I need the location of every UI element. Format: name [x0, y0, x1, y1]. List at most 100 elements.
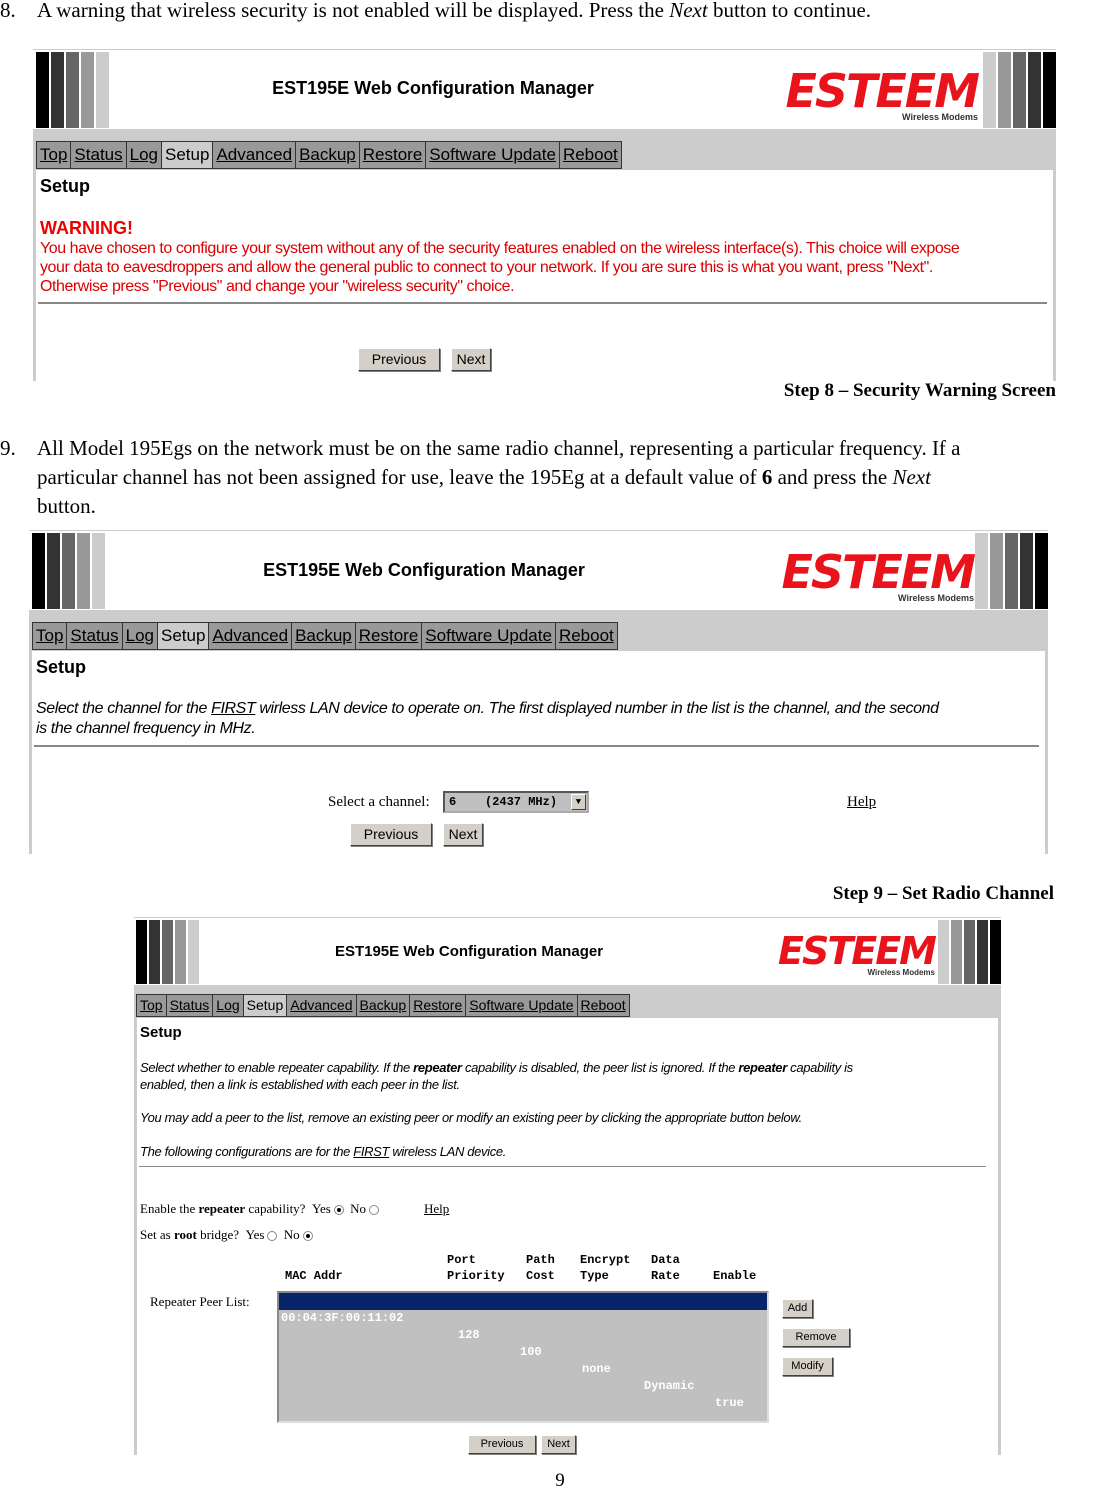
previous-button[interactable]: Previous — [350, 823, 432, 846]
channel-select[interactable]: 6 (2437 MHz) ▼ — [443, 791, 589, 813]
peer-listbox[interactable]: 00:04:3F:00:11:02 128 100 none Dynamic t… — [277, 1291, 769, 1423]
nav-tab-reboot[interactable]: Reboot — [577, 995, 629, 1016]
divider — [139, 1166, 986, 1167]
decorative-bar — [162, 920, 173, 984]
nav-tab-software-update[interactable]: Software Update — [426, 142, 560, 168]
remove-peer-button[interactable]: Remove — [782, 1328, 850, 1347]
nav-tab-backup[interactable]: Backup — [296, 142, 360, 168]
decorative-bar — [1028, 52, 1041, 128]
decorative-bars-right — [975, 533, 1048, 609]
nav-tab-top[interactable]: Top — [37, 142, 72, 168]
decorative-bars-right — [983, 52, 1056, 128]
nav-tab-setup[interactable]: Setup — [243, 995, 288, 1016]
decorative-bar — [62, 533, 75, 609]
add-peer-button[interactable]: Add — [782, 1299, 813, 1318]
esteem-logo: ESTEEM Wireless Modems — [785, 64, 980, 122]
step9-number: 9. — [0, 436, 16, 460]
app-title: EST195E Web Configuration Manager — [272, 78, 594, 98]
decorative-bar — [975, 533, 988, 609]
step8-instruction: 8. A warning that wireless security is n… — [0, 0, 1120, 25]
decorative-bar — [175, 920, 186, 984]
nav-tab-restore[interactable]: Restore — [355, 623, 423, 649]
decorative-bar — [977, 920, 988, 984]
nav-tab-setup[interactable]: Setup — [158, 623, 210, 649]
nav-tab-status[interactable]: Status — [166, 995, 214, 1016]
col-port-priority: Port Priority — [447, 1253, 505, 1283]
decorative-bar — [77, 533, 90, 609]
nav-tab-top[interactable]: Top — [137, 995, 167, 1016]
nav-tab-advanced[interactable]: Advanced — [287, 995, 357, 1016]
divider — [34, 745, 1039, 747]
esteem-logo: ESTEEM Wireless Modems — [781, 545, 976, 603]
root-no-radio[interactable] — [302, 1231, 313, 1242]
page-heading: Setup — [40, 176, 91, 196]
nav-tab-reboot[interactable]: Reboot — [559, 142, 621, 168]
nav-tab-status[interactable]: Status — [67, 623, 123, 649]
security-warning-screenshot: EST195E Web Configuration Manager ESTEEM… — [33, 49, 1056, 381]
decorative-bar — [47, 533, 60, 609]
app-title: EST195E Web Configuration Manager — [263, 560, 585, 580]
decorative-bar — [1013, 52, 1026, 128]
app-title: EST195E Web Configuration Manager — [334, 943, 604, 960]
nav-tab-backup[interactable]: Backup — [292, 623, 356, 649]
nav-tab-setup[interactable]: Setup — [162, 142, 214, 168]
nav-tab-top[interactable]: Top — [33, 623, 68, 649]
decorative-bar — [32, 533, 45, 609]
root-bridge-question: Set as root bridge? Yes No — [140, 1227, 316, 1243]
decorative-bar — [951, 920, 962, 984]
nav-tab-restore[interactable]: Restore — [359, 142, 427, 168]
repeater-no-radio[interactable] — [369, 1205, 380, 1216]
decorative-bar — [964, 920, 975, 984]
decorative-bar — [1035, 533, 1048, 609]
decorative-bar — [983, 52, 996, 128]
previous-button[interactable]: Previous — [468, 1435, 536, 1454]
decorative-bars-left — [136, 920, 199, 984]
next-button[interactable]: Next — [443, 823, 483, 846]
help-link[interactable]: Help — [847, 794, 876, 811]
step9-instruction: 9. All Model 195Egs on the network must … — [0, 436, 961, 518]
select-channel-label: Select a channel: — [328, 794, 430, 810]
page-heading: Setup — [140, 1024, 182, 1041]
col-enable: Enable — [713, 1269, 757, 1283]
decorative-bars-right — [938, 920, 1001, 984]
nav-tab-reboot[interactable]: Reboot — [555, 623, 617, 649]
previous-button[interactable]: Previous — [358, 348, 440, 371]
decorative-bars-left — [36, 52, 109, 128]
nav-tab-software-update[interactable]: Software Update — [422, 623, 556, 649]
decorative-bar — [938, 920, 949, 984]
nav-bar: Top Status Log Setup Advanced Backup Restore So… — [136, 994, 630, 1017]
decorative-bar — [998, 52, 1011, 128]
help-link[interactable]: Help — [424, 1201, 449, 1217]
repeater-yes-radio[interactable] — [333, 1205, 344, 1216]
nav-tab-restore[interactable]: Restore — [410, 995, 467, 1016]
decorative-bar — [136, 920, 147, 984]
nav-tab-backup[interactable]: Backup — [356, 995, 411, 1016]
next-button[interactable]: Next — [451, 348, 491, 371]
step8-caption: Step 8 – Security Warning Screen — [783, 380, 1056, 401]
radio-channel-screenshot: EST195E Web Configuration Manager ESTEEM… — [29, 530, 1048, 854]
peer-list-label: Repeater Peer List: — [150, 1294, 250, 1309]
nav-tab-log[interactable]: Log — [122, 623, 158, 649]
decorative-bar — [1020, 533, 1033, 609]
decorative-bar — [149, 920, 160, 984]
nav-tab-status[interactable]: Status — [71, 142, 127, 168]
decorative-bar — [1005, 533, 1018, 609]
next-button[interactable]: Next — [541, 1435, 576, 1454]
nav-tab-log[interactable]: Log — [126, 142, 162, 168]
root-yes-radio[interactable] — [267, 1231, 278, 1242]
nav-tab-advanced[interactable]: Advanced — [209, 623, 293, 649]
warning-title: WARNING! — [40, 218, 133, 238]
decorative-bar — [36, 52, 49, 128]
repeater-description: Select whether to enable repeater capabi… — [140, 1060, 853, 1092]
chevron-down-icon[interactable]: ▼ — [571, 794, 586, 810]
decorative-bar — [990, 533, 1003, 609]
nav-bar: Top Status Log Setup Advanced Backup Restore So… — [36, 141, 622, 169]
nav-tab-advanced[interactable]: Advanced — [213, 142, 297, 168]
modify-peer-button[interactable]: Modify — [782, 1357, 833, 1376]
warning-message: You have chosen to configure your system… — [40, 240, 960, 295]
nav-tab-software-update[interactable]: Software Update — [466, 995, 578, 1016]
nav-tab-log[interactable]: Log — [213, 995, 244, 1016]
decorative-bar — [92, 533, 105, 609]
peer-list-row[interactable]: 00:04:3F:00:11:02 128 100 none Dynamic t… — [279, 1293, 767, 1410]
col-encrypt-type: Encrypt Type — [580, 1253, 631, 1283]
